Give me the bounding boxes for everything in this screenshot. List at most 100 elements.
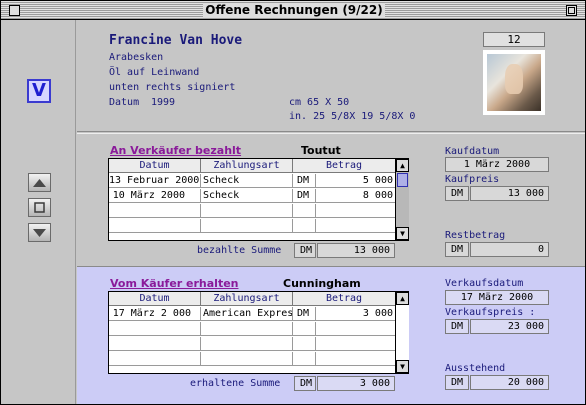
artwork-signature: unten rechts signiert xyxy=(109,82,236,93)
column-header-method: Zahlungsart xyxy=(201,292,293,306)
received-sum-value[interactable]: 3 000 xyxy=(317,376,395,391)
empty-cell xyxy=(109,322,201,336)
artist-name: Francine Van Hove xyxy=(109,33,243,48)
remaining-currency: DM xyxy=(445,242,469,257)
received-sum-label: erhaltene Summe xyxy=(190,378,281,389)
payment-date: 10 März 2000 xyxy=(109,189,201,203)
empty-cell xyxy=(201,337,293,351)
view-button[interactable]: V xyxy=(27,79,51,103)
empty-cell xyxy=(293,352,316,366)
scroll-thumb[interactable] xyxy=(397,173,408,187)
window-title: Offene Rechnungen (9/22) xyxy=(203,3,385,18)
zoom-box[interactable] xyxy=(566,5,577,16)
empty-cell xyxy=(293,322,316,336)
empty-cell xyxy=(201,219,293,233)
empty-cell xyxy=(109,337,201,351)
empty-cell xyxy=(109,219,201,233)
table-header: Datum Zahlungsart Betrag xyxy=(109,159,395,173)
next-record-button[interactable] xyxy=(28,223,51,242)
received-from-buyer-section: Vom Käufer erhalten Cunningham Datum Zah… xyxy=(77,266,585,404)
table-row[interactable] xyxy=(109,219,395,233)
payment-currency: DM xyxy=(293,189,316,203)
sale-date-field[interactable]: 17 März 2000 xyxy=(445,290,549,305)
purchase-date-field[interactable]: 1 März 2000 xyxy=(445,157,549,172)
paid-sum-value[interactable]: 13 000 xyxy=(317,243,395,258)
payment-amount: 3 000 xyxy=(362,308,393,319)
purchase-price-label: Kaufpreis xyxy=(445,174,500,185)
payment-amount: 8 000 xyxy=(362,190,393,201)
table-row[interactable]: 13 Februar 2000 Scheck DM 5 000 xyxy=(109,174,395,188)
triangle-down-icon xyxy=(33,228,46,237)
empty-cell xyxy=(293,219,316,233)
date-value: 1999 xyxy=(151,97,176,108)
empty-cell xyxy=(201,322,293,336)
table-row[interactable] xyxy=(109,322,395,336)
invoice-window: Offene Rechnungen (9/22) V Francine Van … xyxy=(0,0,586,405)
payment-method: Scheck xyxy=(201,189,293,203)
sale-payments-table: Datum Zahlungsart Betrag 17 März 2 000 A… xyxy=(108,291,409,374)
sale-date-label: Verkaufsdatum xyxy=(445,278,524,289)
table-header: Datum Zahlungsart Betrag xyxy=(109,292,395,306)
remaining-field[interactable]: 0 xyxy=(470,242,549,257)
paid-sum-currency: DM xyxy=(294,243,316,258)
received-from-buyer-title: Vom Käufer erhalten xyxy=(110,277,239,290)
remaining-label: Restbetrag xyxy=(445,230,506,241)
scroll-track[interactable] xyxy=(396,305,409,360)
purchase-price-currency: DM xyxy=(445,186,469,201)
received-sum-currency: DM xyxy=(294,376,316,391)
sale-price-label: Verkaufspreis : xyxy=(445,307,536,318)
outstanding-field[interactable]: 20 000 xyxy=(470,375,549,390)
payment-method: Scheck xyxy=(201,174,293,188)
size-inches: in. 25 5/8X 19 5/8X 0 xyxy=(289,111,416,122)
close-box[interactable] xyxy=(9,5,20,16)
size-cm: cm 65 X 50 xyxy=(289,97,350,108)
vertical-scrollbar[interactable]: ▲ ▼ xyxy=(395,159,409,240)
artwork-title: Arabesken xyxy=(109,52,164,63)
table-row[interactable]: 17 März 2 000 American Express DM 3 000 xyxy=(109,307,395,321)
title-bar[interactable]: Offene Rechnungen (9/22) xyxy=(1,1,585,20)
empty-cell xyxy=(109,204,201,218)
empty-cell xyxy=(293,337,316,351)
payment-date: 17 März 2 000 xyxy=(109,307,201,321)
column-header-amount: Betrag xyxy=(325,293,363,304)
table-row[interactable] xyxy=(109,337,395,351)
scroll-down-arrow[interactable]: ▼ xyxy=(396,360,409,373)
payment-currency: DM xyxy=(293,174,316,188)
outstanding-currency: DM xyxy=(445,375,469,390)
payment-date: 13 Februar 2000 xyxy=(109,174,201,188)
purchase-date-label: Kaufdatum xyxy=(445,146,500,157)
payment-method: American Express xyxy=(203,307,293,321)
navigation-strip: V xyxy=(1,20,76,404)
scroll-down-arrow[interactable]: ▼ xyxy=(396,227,409,240)
scroll-up-arrow[interactable]: ▲ xyxy=(396,159,409,172)
vertical-scrollbar[interactable]: ▲ ▼ xyxy=(395,292,409,373)
record-number: 12 xyxy=(483,32,545,47)
previous-record-button[interactable] xyxy=(28,173,51,192)
column-header-date: Datum xyxy=(109,159,201,173)
paid-sum-label: bezahlte Summe xyxy=(197,245,282,256)
paid-to-seller-title: An Verkäufer bezahlt xyxy=(110,144,242,157)
empty-cell xyxy=(109,352,201,366)
scroll-track[interactable] xyxy=(396,172,409,227)
scroll-up-arrow[interactable]: ▲ xyxy=(396,292,409,305)
buyer-name: Cunningham xyxy=(283,277,361,290)
artwork-thumbnail[interactable] xyxy=(483,50,545,115)
empty-cell xyxy=(293,204,316,218)
painting-image xyxy=(487,54,541,111)
payment-currency: DM xyxy=(293,307,316,321)
column-header-method: Zahlungsart xyxy=(201,159,293,173)
payment-amount: 5 000 xyxy=(362,175,393,186)
table-row[interactable]: 10 März 2000 Scheck DM 8 000 xyxy=(109,189,395,203)
sale-price-field[interactable]: 23 000 xyxy=(470,319,549,334)
square-icon xyxy=(34,202,45,213)
date-label: Datum xyxy=(109,97,140,108)
outstanding-label: Ausstehend xyxy=(445,363,506,374)
empty-cell xyxy=(201,204,293,218)
purchase-payments-table: Datum Zahlungsart Betrag 13 Februar 2000… xyxy=(108,158,409,241)
column-header-date: Datum xyxy=(109,292,201,306)
table-row[interactable] xyxy=(109,352,395,366)
table-row[interactable] xyxy=(109,204,395,218)
purchase-price-field[interactable]: 13 000 xyxy=(470,186,549,201)
column-header-amount: Betrag xyxy=(325,160,363,171)
current-record-button[interactable] xyxy=(28,198,51,217)
